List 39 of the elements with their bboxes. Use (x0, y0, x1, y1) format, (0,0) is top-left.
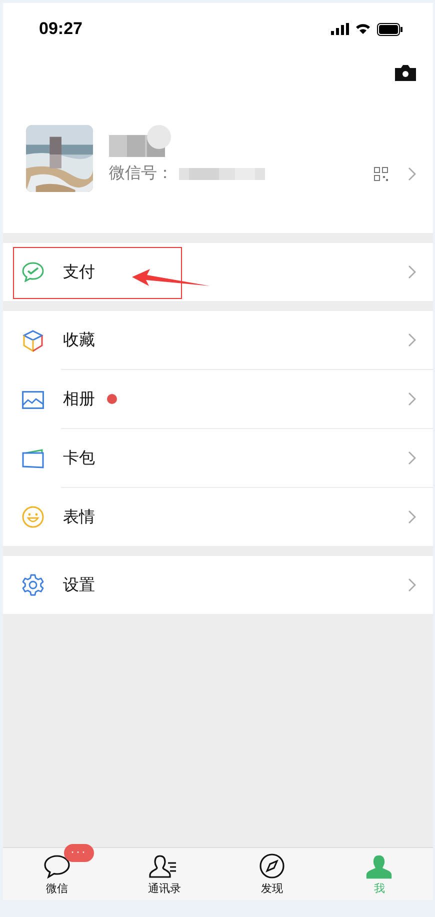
chevron-icon (408, 451, 416, 465)
menu-item[interactable]: 相册 (3, 370, 433, 429)
card-wallet-icon (22, 448, 44, 468)
chat-check-icon (22, 262, 44, 282)
chevron-icon (408, 392, 416, 406)
image-icon (22, 390, 44, 408)
settings-icon (22, 574, 44, 596)
person-icon (366, 855, 392, 879)
menu-label: 收藏 (63, 330, 95, 350)
smiley-icon (22, 506, 44, 528)
chevron-icon (408, 265, 416, 279)
battery-icon (377, 22, 403, 36)
status-time: 09:27 (39, 19, 82, 39)
compass-icon (258, 853, 285, 879)
unread-badge: ··· (64, 844, 94, 862)
tab[interactable]: 通讯录 (110, 848, 218, 900)
chevron-icon (408, 578, 416, 592)
chat-bubble-icon (44, 855, 70, 879)
menu-item[interactable]: 卡包 (3, 429, 433, 488)
menu-label: 支付 (63, 262, 95, 282)
chevron-icon (408, 333, 416, 347)
menu-label: 相册 (63, 388, 95, 410)
menu-label: 卡包 (63, 448, 95, 468)
qr-code-icon[interactable] (374, 166, 388, 180)
redacted-name (109, 125, 171, 159)
tab[interactable]: 发现 (218, 848, 326, 900)
menu-label: 设置 (63, 574, 95, 596)
wechat-id-label: 微信号： (109, 163, 173, 184)
menu-item[interactable]: 支付 (3, 243, 433, 301)
cube-icon (23, 330, 43, 352)
camera-icon[interactable] (395, 65, 416, 81)
wifi-icon (355, 23, 371, 35)
chevron-icon[interactable] (408, 166, 416, 180)
menu-label: 表情 (63, 506, 95, 528)
chevron-icon (408, 510, 416, 524)
signal-icon (331, 23, 349, 35)
menu-item[interactable]: 收藏 (3, 311, 433, 370)
menu-item[interactable]: 设置 (3, 556, 433, 614)
menu-item[interactable]: 表情 (3, 488, 433, 546)
